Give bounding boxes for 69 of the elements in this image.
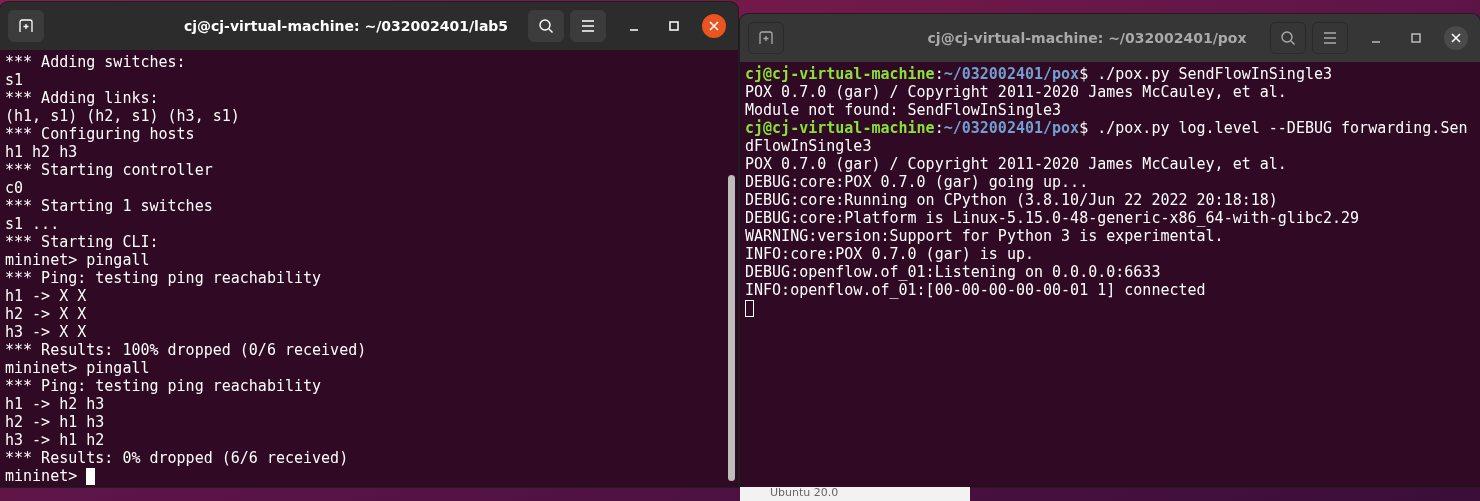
output-line: s1 ... — [5, 215, 60, 233]
close-button[interactable] — [1444, 26, 1468, 50]
output-line: *** Results: 100% dropped (0/6 received) — [5, 341, 367, 359]
search-button[interactable] — [1270, 22, 1306, 54]
search-button[interactable] — [528, 10, 564, 42]
new-tab-button[interactable] — [748, 22, 784, 54]
output-line: mininet> pingall — [5, 251, 150, 269]
window-title: cj@cj-virtual-machine: ~/032002401/pox — [926, 30, 1248, 46]
output-line: INFO:core:POX 0.7.0 (gar) is up. — [745, 245, 1034, 263]
output-line: *** Starting controller — [5, 161, 213, 179]
output-line: DEBUG:openflow.of_01:Listening on 0.0.0.0:6633 — [745, 263, 1161, 281]
minimize-icon — [629, 29, 639, 31]
output-line: *** Configuring hosts — [5, 125, 195, 143]
output-line: INFO:openflow.of_01:[00-00-00-00-00-01 1] connected — [745, 281, 1206, 299]
output-line: WARNING:version:Support for Python 3 is experimental. — [745, 227, 1224, 245]
new-tab-icon — [758, 30, 774, 46]
output-line: *** Adding switches: — [5, 53, 186, 71]
output-line: *** Starting 1 switches — [5, 197, 213, 215]
menu-button[interactable] — [570, 10, 606, 42]
search-icon — [538, 18, 554, 34]
output-line: h3 -> X X — [5, 323, 87, 341]
output-line: h1 h2 h3 — [5, 143, 78, 161]
menu-button[interactable] — [1312, 22, 1348, 54]
command-text: ./pox.py log.level --DEBUG forwarding.Sen — [1096, 119, 1468, 137]
menu-icon — [1323, 32, 1337, 44]
close-icon — [709, 21, 719, 31]
shell-prompt: mininet> — [5, 467, 78, 485]
new-tab-icon — [18, 18, 34, 34]
output-line: h1 -> X X — [5, 287, 87, 305]
command-text: ./pox.py SendFlowInSingle3 — [1096, 65, 1333, 83]
prompt-user: cj@cj-virtual-machine — [745, 119, 935, 137]
output-line: *** Results: 0% dropped (6/6 received) — [5, 449, 349, 467]
output-line: *** Ping: testing ping reachability — [5, 377, 322, 395]
close-icon — [1451, 33, 1461, 43]
output-line: *** Starting CLI: — [5, 233, 159, 251]
output-line: DEBUG:core:Platform is Linux-5.15.0-48-generic-x86_64-with-glibc2.29 — [745, 209, 1360, 227]
prompt-separator: : — [934, 119, 944, 137]
scrollbar-thumb[interactable] — [728, 175, 735, 481]
prompt-sign: $ — [1079, 65, 1089, 83]
prompt-sign: $ — [1079, 119, 1089, 137]
minimize-icon — [1371, 41, 1381, 43]
output-line: c0 — [5, 179, 24, 197]
menu-icon — [581, 20, 595, 32]
output-line: h3 -> h1 h2 — [5, 431, 105, 449]
output-line: h1 -> h2 h3 — [5, 395, 105, 413]
close-button[interactable] — [702, 14, 726, 38]
output-line: (h1, s1) (h2, s1) (h3, s1) — [5, 107, 240, 125]
output-line: h2 -> X X — [5, 305, 87, 323]
output-line: *** Adding links: — [5, 89, 159, 107]
output-line: dFlowInSingle3 — [745, 137, 872, 155]
prompt-separator: : — [934, 65, 944, 83]
output-line: h2 -> h1 h3 — [5, 413, 105, 431]
new-tab-button[interactable] — [8, 10, 44, 42]
output-line: POX 0.7.0 (gar) / Copyright 2011-2020 James McCauley, et al. — [745, 83, 1287, 101]
prompt-user: cj@cj-virtual-machine — [745, 65, 935, 83]
prompt-path: ~/032002401/pox — [943, 119, 1080, 137]
output-line: Module not found: SendFlowInSingle3 — [745, 101, 1062, 119]
maximize-icon — [1411, 33, 1421, 43]
output-line: DEBUG:core:POX 0.7.0 (gar) going up... — [745, 173, 1089, 191]
window-label: Ubuntu 20.0 — [770, 487, 839, 499]
maximize-icon — [669, 21, 679, 31]
window-title: cj@cj-virtual-machine: ~/032002401/lab5 — [182, 18, 510, 34]
output-line: POX 0.7.0 (gar) / Copyright 2011-2020 James McCauley, et al. — [745, 155, 1287, 173]
prompt-path: ~/032002401/pox — [943, 65, 1080, 83]
output-line: s1 — [5, 71, 24, 89]
output-line: *** Ping: testing ping reachability — [5, 269, 322, 287]
search-icon — [1280, 30, 1296, 46]
output-line: mininet> pingall — [5, 359, 150, 377]
output-line: DEBUG:core:Running on CPython (3.8.10/Jun 22 2022 20:18:18) — [745, 191, 1278, 209]
